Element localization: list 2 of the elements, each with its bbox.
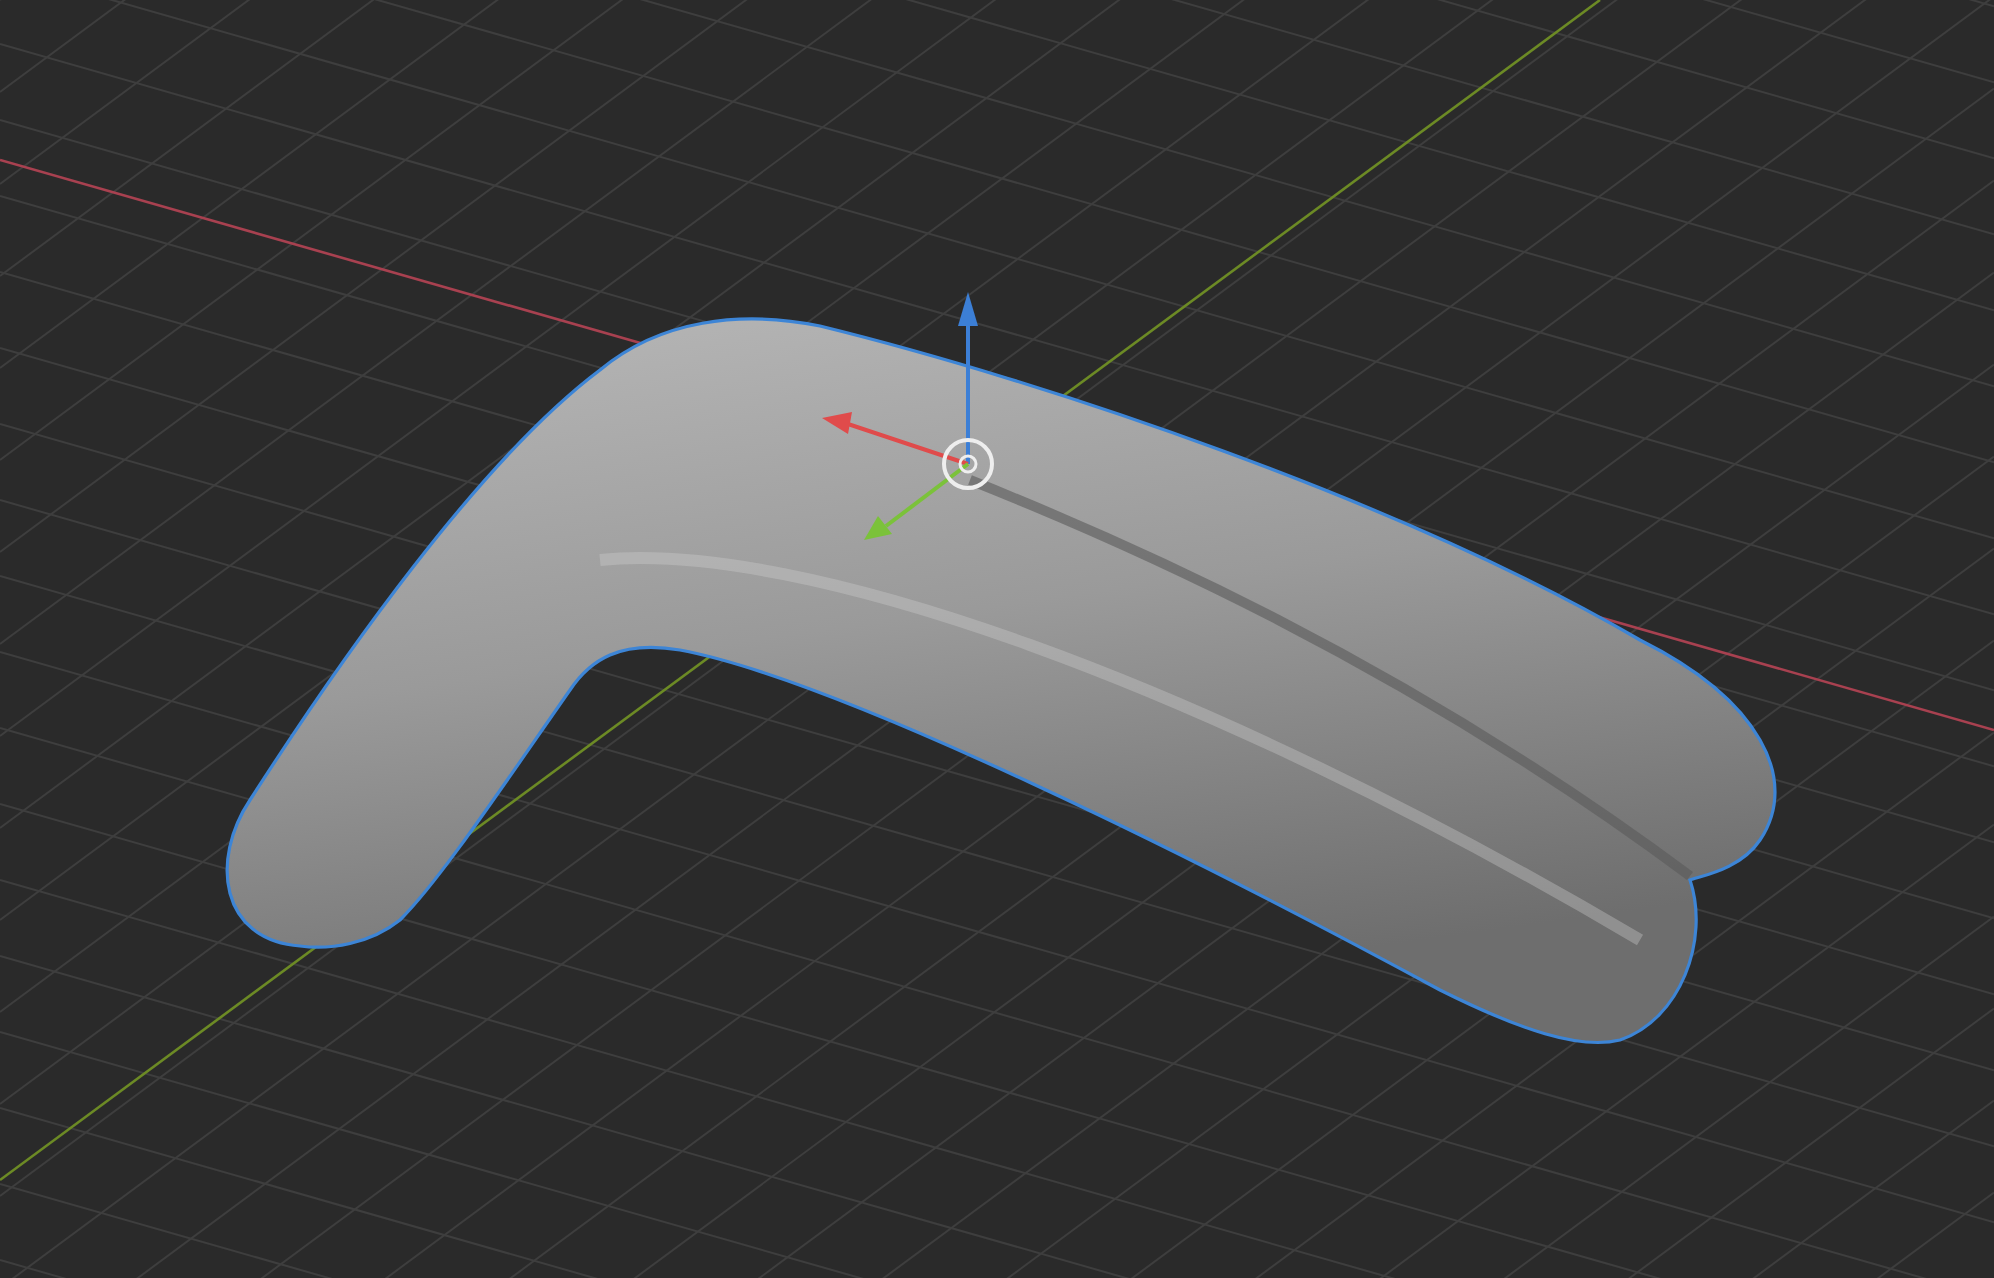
mesh-object[interactable]: [225, 317, 1777, 1045]
transform-gizmo[interactable]: [822, 292, 994, 540]
